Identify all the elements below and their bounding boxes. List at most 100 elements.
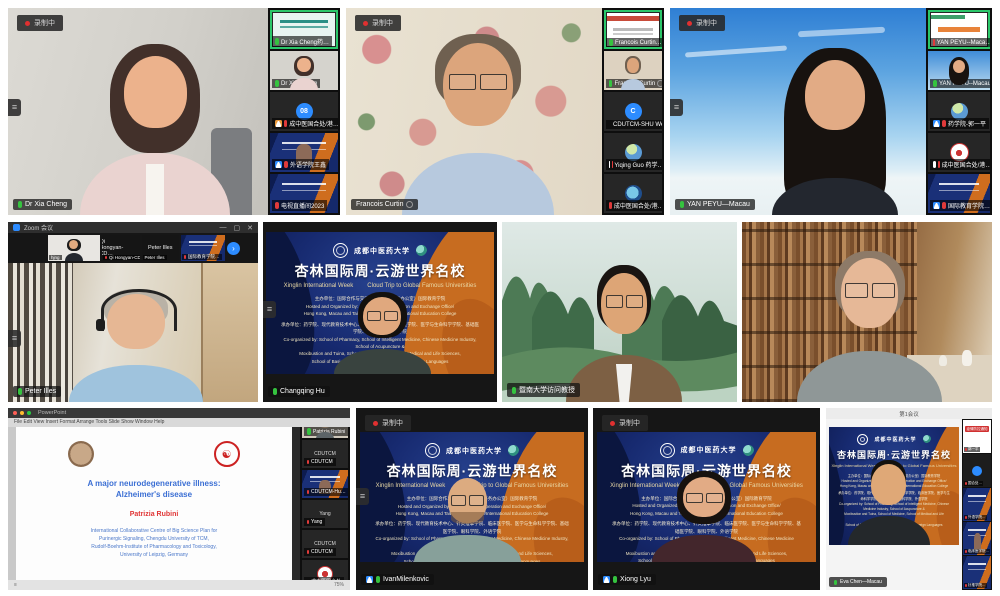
panel-grip-icon[interactable] bbox=[670, 99, 683, 116]
filmstrip-thumb[interactable]: hjng bbox=[48, 235, 100, 261]
thumb-participant[interactable]: 药学院-郭一平 bbox=[928, 92, 990, 131]
next-page-button[interactable] bbox=[227, 242, 240, 255]
participant-icon bbox=[275, 120, 282, 127]
thumb-participant[interactable]: 成中医国合处/港… bbox=[604, 174, 662, 213]
university-seal-icon bbox=[333, 243, 348, 258]
participant-name-tag: Eva Chen—Macau bbox=[829, 577, 887, 587]
thumb-screenshare[interactable]: Dr Xia Cheng药… bbox=[270, 10, 338, 49]
recording-indicator: 录制中 bbox=[17, 15, 63, 31]
thumb-participant[interactable]: CDUTCM-Hu… bbox=[302, 470, 348, 498]
thumb-participant[interactable]: 外语学院王鑫 bbox=[270, 133, 338, 172]
thumb-screenshare[interactable]: 疫情防控通知 郭一平 bbox=[963, 420, 991, 453]
record-dot-icon bbox=[25, 21, 30, 26]
headset-band bbox=[101, 289, 176, 331]
minimize-button[interactable] bbox=[20, 411, 24, 415]
filmstrip-thumb[interactable]: Peter Illes Peter Illes bbox=[142, 235, 180, 261]
participant-name-tag: Changqing Hu bbox=[268, 386, 330, 397]
recording-indicator: 录制中 bbox=[365, 415, 411, 431]
participant-icon bbox=[933, 120, 940, 127]
xinglin-slide: 成都中医药大学 杏林国际周·云游世界名校 Xinglin Internation… bbox=[597, 432, 816, 562]
participant-name-tag: 暨南大学访问教授 bbox=[507, 383, 580, 397]
participant-sidebar: Francois Curtin… Francois Curtin C CDUTC… bbox=[602, 8, 664, 215]
university-seal-icon bbox=[857, 434, 868, 445]
record-dot-icon bbox=[610, 421, 615, 426]
status-bar: ≡ 75% bbox=[8, 580, 350, 590]
panel-grip-icon[interactable] bbox=[8, 99, 21, 116]
thumb-participant[interactable]: 国合处… bbox=[963, 454, 991, 487]
panel-grip-icon[interactable] bbox=[8, 330, 21, 347]
thumb-participant[interactable]: Yang Yang bbox=[302, 500, 348, 528]
mic-muted-icon bbox=[284, 120, 288, 127]
mic-on-icon bbox=[609, 80, 612, 87]
mic-on-icon bbox=[18, 201, 22, 208]
participant-video bbox=[852, 460, 925, 545]
thumb-participant[interactable]: Yiqing Guo 药学… bbox=[604, 133, 662, 172]
participant-sidebar: Dr Xia Cheng药… Dr Xia Cheng 08 成中医国合处/港…… bbox=[268, 8, 340, 215]
meeting-panel-ivan-milenkovic: 成都中医药大学 杏林国际周·云游世界名校 Xinglin Internation… bbox=[356, 408, 588, 590]
mic-muted-icon bbox=[965, 516, 967, 520]
tiny-person bbox=[974, 533, 981, 550]
xinglin-slide: 成都中医药大学 杏林国际周·云游世界名校 Xinglin Internation… bbox=[266, 232, 494, 374]
thumb-screenshare[interactable]: Francois Curtin… bbox=[604, 10, 662, 49]
participant-name-tag: Peter Illes bbox=[13, 386, 61, 397]
thumb-participant[interactable]: 成中医国合处/港… bbox=[928, 133, 990, 172]
thumb-screenshare[interactable]: YAN PEYU--Maca… bbox=[928, 10, 990, 49]
participant-name-tag: Francois Curtin bbox=[351, 199, 418, 210]
mic-muted-icon bbox=[938, 161, 940, 168]
thumb-self-video[interactable]: YAN PEYU--Macau bbox=[928, 51, 990, 90]
menu-bar[interactable]: File Edit View Insert Format Arrange Too… bbox=[8, 418, 350, 427]
window-title-bar[interactable]: Zoom 会议 bbox=[8, 222, 258, 233]
university-seal-icon bbox=[660, 443, 675, 458]
filmstrip-thumb[interactable]: Qi Hongyan-CD… Qi Hongyan-CDUTCM bbox=[102, 235, 140, 261]
participant-sidebar: Patrizia Rubini CDUTCM CDUTCM CDUTCM-Hu…… bbox=[300, 408, 350, 590]
participant-video bbox=[339, 292, 426, 374]
maximize-button[interactable] bbox=[27, 411, 31, 415]
thumb-participant[interactable]: CDUTCM CDUTCM bbox=[302, 440, 348, 468]
slide-nav-icon[interactable]: ≡ bbox=[14, 582, 17, 588]
slide-title-line1: A major neurodegenerative illness: bbox=[87, 479, 220, 488]
meeting-panel-visiting-professor: 暨南大学访问教授 bbox=[502, 222, 737, 402]
mic-muted-icon bbox=[965, 584, 967, 588]
window-title-bar[interactable]: 第1会议 bbox=[826, 408, 992, 419]
close-button[interactable] bbox=[247, 224, 253, 232]
participant-video bbox=[418, 476, 517, 562]
close-button[interactable] bbox=[13, 411, 17, 415]
spotlight-icon bbox=[406, 201, 413, 208]
thumb-participant[interactable]: 国际教育学院… bbox=[928, 174, 990, 213]
panel-grip-icon[interactable] bbox=[356, 488, 369, 505]
filmstrip-thumb[interactable]: 国际教育学院… bbox=[181, 235, 225, 261]
event-logo-icon bbox=[743, 445, 754, 456]
mic-muted-icon bbox=[933, 39, 935, 46]
avatar bbox=[972, 466, 982, 476]
thumb-participant[interactable]: CDUTCM CDUTCM bbox=[302, 530, 348, 558]
participant-video bbox=[74, 287, 198, 402]
thumb-participant[interactable]: 电视直播间2023 bbox=[270, 174, 338, 213]
minimize-button[interactable] bbox=[220, 224, 227, 232]
panel-grip-icon[interactable] bbox=[263, 301, 276, 318]
thumb-participant[interactable]: 针推学院… bbox=[963, 556, 991, 589]
zoom-level[interactable]: 75% bbox=[334, 582, 344, 588]
mic-muted-icon bbox=[965, 482, 967, 486]
participant-video bbox=[80, 44, 230, 215]
slide-speaker: Patrizia Rubini bbox=[130, 511, 179, 518]
recording-indicator: 录制中 bbox=[602, 415, 648, 431]
mic-muted-icon bbox=[307, 550, 309, 554]
thumb-participant[interactable]: C CDUTCM-SHU Wei bbox=[604, 92, 662, 131]
participant-sidebar: 疫情防控通知 郭一平 国合处… 外语学院… 临床医学院… 针推学院… bbox=[962, 419, 992, 590]
slide-logos bbox=[68, 441, 239, 467]
thumb-self-video[interactable]: Dr Xia Cheng bbox=[270, 51, 338, 90]
participant-name-tag: IvanMilenkovic bbox=[361, 574, 434, 585]
meeting-panel-bookshelf bbox=[742, 222, 992, 402]
thumb-self-video[interactable]: Francois Curtin bbox=[604, 51, 662, 90]
mic-on-icon bbox=[275, 38, 279, 45]
mic-muted-icon bbox=[965, 550, 967, 554]
thumb-participant[interactable]: 08 成中医国合处/港… bbox=[270, 92, 338, 131]
participant-sidebar: YAN PEYU--Maca… YAN PEYU--Macau 药学院-郭一平 … bbox=[926, 8, 992, 215]
maximize-button[interactable] bbox=[234, 224, 241, 232]
thumb-participant[interactable]: 临床医学院… bbox=[963, 522, 991, 555]
zoom-app-icon bbox=[13, 224, 20, 231]
thumb-participant[interactable]: 外语学院… bbox=[963, 488, 991, 521]
record-dot-icon bbox=[363, 21, 368, 26]
window-title-bar[interactable]: PowerPoint bbox=[8, 408, 350, 418]
participant-video bbox=[760, 48, 910, 215]
